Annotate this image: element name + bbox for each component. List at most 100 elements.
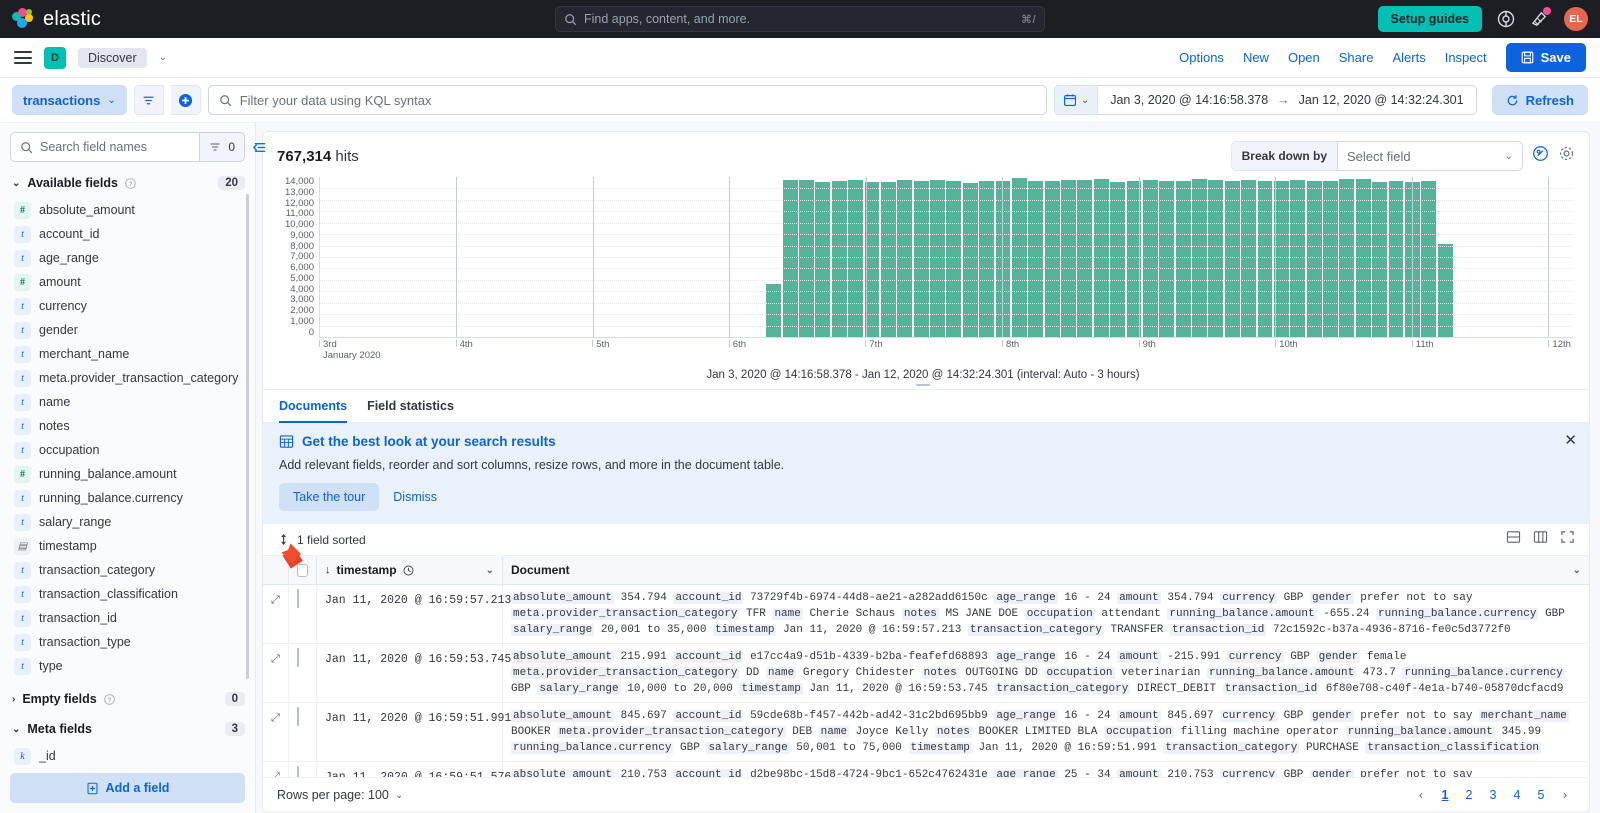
field-item-transaction_classification[interactable]: t transaction_classification [10,582,251,606]
available-fields-section-header[interactable]: ⌄ Available fields ? 20 [10,168,251,198]
page-button-1[interactable]: 1 [1435,785,1455,805]
table-row[interactable]: ⤢ Jan 11, 2020 @ 16:59:53.745 absolute_amo… [263,644,1589,703]
row-checkbox[interactable] [297,766,299,777]
page-button-5[interactable]: 5 [1531,785,1551,805]
help-icon[interactable] [1496,9,1516,29]
sidebar-scrollbar[interactable] [246,194,249,679]
field-item-occupation[interactable]: t occupation [10,438,251,462]
date-quick-select-button[interactable]: ⌄ [1053,85,1099,115]
field-item-transaction_type[interactable]: t transaction_type [10,630,251,654]
select-row-cell[interactable] [289,703,317,761]
fullscreen-icon[interactable] [1560,530,1575,549]
expand-row-cell[interactable]: ⤢ [263,585,289,643]
field-item-absolute_amount[interactable]: # absolute_amount [10,198,251,222]
chevron-down-icon[interactable]: ⌄ [486,565,494,576]
expand-row-cell[interactable]: ⤢ [263,703,289,761]
expand-row-icon[interactable]: ⤢ [271,712,280,724]
field-item-running_balance.currency[interactable]: t running_balance.currency [10,486,251,510]
field-item-meta.provider_transaction_category[interactable]: t meta.provider_transaction_category [10,366,251,390]
help-circle-icon[interactable]: ? [103,693,115,705]
avatar[interactable]: EL [1564,7,1588,31]
global-search-input[interactable]: Find apps, content, and more. ⌘/ [555,6,1045,32]
expand-row-cell[interactable]: ⤢ [263,762,289,777]
select-row-cell[interactable] [289,644,317,702]
open-link[interactable]: Open [1288,50,1320,65]
add-field-button[interactable]: Add a field [10,773,245,803]
notifications-icon[interactable] [1530,7,1551,29]
row-checkbox[interactable] [297,589,299,608]
select-row-cell[interactable] [289,585,317,643]
field-type-filter-button[interactable]: 0 [200,132,245,162]
rows-per-page-selector[interactable]: Rows per page: 100 ⌄ [277,788,403,802]
expand-row-icon[interactable]: ⤢ [271,653,280,665]
columns-display-icon[interactable] [1533,530,1548,549]
expand-row-cell[interactable]: ⤢ [263,644,289,702]
close-icon[interactable]: ✕ [1564,433,1577,448]
date-range-display[interactable]: Jan 3, 2020 @ 14:16:58.378 → Jan 12, 202… [1098,85,1477,115]
document-column-header[interactable]: Document ⌄ [503,556,1589,584]
table-row[interactable]: ⤢ Jan 11, 2020 @ 16:59:57.213 absolute_amo… [263,585,1589,644]
share-link[interactable]: Share [1339,50,1374,65]
page-button-2[interactable]: 2 [1459,785,1479,805]
date-end[interactable]: Jan 12, 2020 @ 14:32:24.301 [1299,93,1464,107]
elastic-brand[interactable]: elastic [12,8,101,31]
breadcrumb[interactable]: Discover [78,47,147,68]
add-filter-button[interactable] [170,85,201,115]
table-row[interactable]: ⤢ Jan 11, 2020 @ 16:59:51.576absolute_amo… [263,762,1589,777]
field-item-merchant_name[interactable]: t merchant_name [10,342,251,366]
field-item-transaction_category[interactable]: t transaction_category [10,558,251,582]
take-the-tour-button[interactable]: Take the tour [279,483,380,511]
field-item-type[interactable]: t type [10,654,251,678]
setup-guides-button[interactable]: Setup guides [1377,6,1482,32]
row-height-icon[interactable] [1506,530,1521,549]
field-item-notes[interactable]: t notes [10,414,251,438]
field-item-age_range[interactable]: t age_range [10,246,251,270]
page-button-3[interactable]: 3 [1483,785,1503,805]
break-down-by-select[interactable]: Select field ⌄ [1337,141,1523,171]
help-circle-icon[interactable]: ? [125,177,136,189]
field-item-name[interactable]: t name [10,390,251,414]
timestamp-column-header[interactable]: ↓ timestamp ⌄ [317,556,503,584]
refresh-button[interactable]: Refresh [1491,85,1588,115]
new-link[interactable]: New [1243,50,1269,65]
field-item-timestamp[interactable]: ▤ timestamp [10,534,251,558]
options-link[interactable]: Options [1179,50,1224,65]
dismiss-button[interactable]: Dismiss [387,483,443,511]
edit-visualization-icon[interactable] [1532,145,1549,167]
row-checkbox[interactable] [297,707,299,726]
data-view-picker[interactable]: transactions ⌄ [12,85,127,115]
sort-fields-button[interactable]: 1 field sorted [279,533,366,547]
table-row[interactable]: ⤢ Jan 11, 2020 @ 16:59:51.991 absolute_amo… [263,703,1589,762]
expand-row-icon[interactable]: ⤢ [271,594,280,606]
field-item-currency[interactable]: t currency [10,294,251,318]
row-checkbox[interactable] [297,648,299,667]
field-item-gender[interactable]: t gender [10,318,251,342]
histogram-chart[interactable]: 14,000 13,000 12,000 11,000 10,000 9,000 8,000… [263,175,1589,389]
expand-row-icon[interactable]: ⤢ [271,771,280,777]
kql-search-input[interactable]: Filter your data using KQL syntax [207,85,1047,115]
tab-documents[interactable]: Documents [279,390,348,423]
inspect-link[interactable]: Inspect [1445,50,1487,65]
select-all-checkbox[interactable] [297,563,308,577]
field-item-transaction_id[interactable]: t transaction_id [10,606,251,630]
chevron-down-icon[interactable]: ⌄ [1573,565,1581,576]
add-filter-funnel-button[interactable] [133,85,164,115]
collapse-sidebar-button[interactable] [247,135,271,159]
empty-fields-section-header[interactable]: › Empty fields ? 0 [10,684,251,714]
previous-page-button[interactable]: ‹ [1411,785,1431,805]
page-button-4[interactable]: 4 [1507,785,1527,805]
meta-fields-section-header[interactable]: ⌄ Meta fields 3 [10,714,251,744]
field-item-running_balance.amount[interactable]: # running_balance.amount [10,462,251,486]
tab-field-statistics[interactable]: Field statistics [367,390,454,423]
menu-icon[interactable] [14,48,32,68]
next-page-button[interactable]: › [1555,785,1575,805]
chart-options-gear-icon[interactable] [1558,145,1575,167]
field-item-salary_range[interactable]: t salary_range [10,510,251,534]
date-start[interactable]: Jan 3, 2020 @ 14:16:58.378 [1110,93,1268,107]
field-item-amount[interactable]: # amount [10,270,251,294]
field-search-input[interactable]: Search field names [10,132,201,162]
field-item-account_id[interactable]: t account_id [10,222,251,246]
field-item-_id[interactable]: k _id [10,744,251,765]
save-button[interactable]: Save [1505,43,1586,72]
select-row-cell[interactable] [289,762,317,777]
